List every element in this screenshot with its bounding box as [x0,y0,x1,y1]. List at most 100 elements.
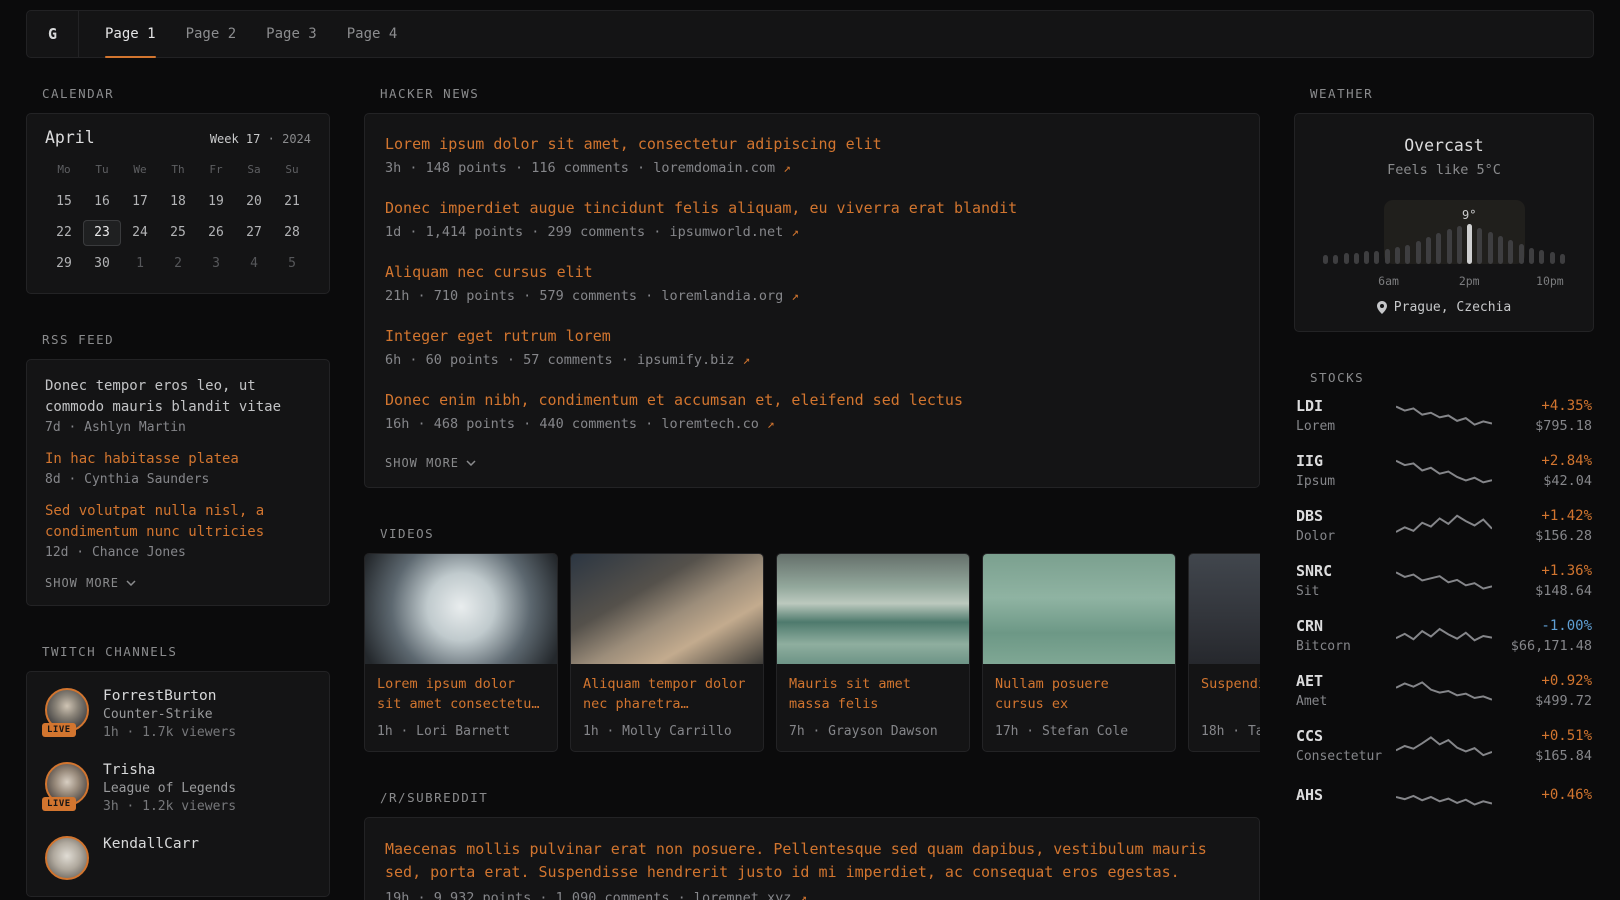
stock-value: $148.64 [1502,583,1592,599]
weather-bars [1323,224,1565,264]
stock-change: +1.36% [1502,563,1592,579]
video-card[interactable]: Lorem ipsum dolor sit amet consectetu… 1… [364,553,558,752]
hn-item-title[interactable]: Donec imperdiet augue tincidunt felis al… [385,198,1017,219]
calendar-widget: CALENDAR April Week 17 · 2024 MoTuWeThFr… [26,86,330,294]
rss-show-more-button[interactable]: SHOW MORE [45,576,136,590]
external-link-icon[interactable]: ↗ [791,224,799,239]
stock-change: +0.92% [1502,673,1592,689]
rss-item[interactable]: Donec tempor eros leo, ut commodo mauris… [45,376,311,435]
calendar-header: April Week 17 · 2024 [45,128,311,147]
stock-sparkline [1386,566,1502,596]
hn-item-title[interactable]: Aliquam nec cursus elit [385,262,593,283]
video-title[interactable]: Nullam posuere cursus ex [995,675,1163,714]
video-title[interactable]: Lorem ipsum dolor sit amet consectetu… [377,675,545,714]
widget-title-stocks: STOCKS [1310,370,1594,385]
stock-row[interactable]: CRN Bitcorn -1.00% $66,171.48 [1296,617,1592,654]
twitch-channel-row[interactable]: KendallCarr [45,836,311,880]
stock-id: CRN Bitcorn [1296,617,1386,654]
tab-page-2[interactable]: Page 2 [186,11,237,57]
video-card[interactable]: Mauris sit amet massa felis 7h · Grayson… [776,553,970,752]
stock-value: $165.84 [1502,748,1592,764]
stock-row[interactable]: SNRC Sit +1.36% $148.64 [1296,562,1592,599]
hn-item-title[interactable]: Integer eget rutrum lorem [385,326,611,347]
rss-item[interactable]: In hac habitasse platea 8d · Cynthia Sau… [45,449,311,487]
video-card[interactable]: Suspendisse diam 18h · Tara [1188,553,1260,752]
external-link-icon[interactable]: ↗ [783,160,791,175]
stock-row[interactable]: CCS Consectetur +0.51% $165.84 [1296,727,1592,764]
video-title[interactable]: Aliquam tempor dolor nec pharetra… [583,675,751,714]
hn-item-domain[interactable]: ipsumworld.net [669,224,783,240]
hn-item-domain[interactable]: ipsumify.biz [637,352,735,368]
hn-item: Donec imperdiet augue tincidunt felis al… [385,198,1239,240]
video-title[interactable]: Mauris sit amet massa felis [789,675,957,714]
stock-sparkline [1386,731,1502,761]
twitch-channel-name[interactable]: Trisha [103,762,236,778]
hn-item: Aliquam nec cursus elit 21h · 710 points… [385,262,1239,304]
hn-item-meta: 6h · 60 points · 57 comments · ipsumify.… [385,352,1239,368]
external-link-icon[interactable]: ↗ [791,288,799,303]
rss-item-title[interactable]: Sed volutpat nulla nisl, a condimentum n… [45,501,311,543]
stock-row[interactable]: IIG Ipsum +2.84% $42.04 [1296,452,1592,489]
subreddit-widget: /R/SUBREDDIT Maecenas mollis pulvinar er… [364,790,1260,900]
subreddit-post-domain[interactable]: loremnet.xyz [694,890,792,900]
hn-item-title[interactable]: Lorem ipsum dolor sit amet, consectetur … [385,134,882,155]
video-card[interactable]: Aliquam tempor dolor nec pharetra… 1h · … [570,553,764,752]
hacker-news-widget: HACKER NEWS Lorem ipsum dolor sit amet, … [364,86,1260,488]
hn-item-title[interactable]: Donec enim nibh, condimentum et accumsan… [385,390,963,411]
calendar-day: 16 [83,189,121,215]
stock-sparkline [1386,401,1502,431]
live-badge: LIVE [42,797,76,811]
tab-page-3[interactable]: Page 3 [266,11,317,57]
stock-row[interactable]: LDI Lorem +4.35% $795.18 [1296,397,1592,434]
video-card[interactable]: Nullam posuere cursus ex 17h · Stefan Co… [982,553,1176,752]
external-link-icon[interactable]: ↗ [800,890,808,900]
stock-name: Ipsum [1296,474,1386,489]
video-title[interactable]: Suspendisse diam [1201,675,1260,695]
twitch-channel-name[interactable]: ForrestBurton [103,688,236,704]
stock-change: +0.51% [1502,728,1592,744]
weather-chart: 9° 6am2pm10pm [1323,200,1565,288]
video-meta: 17h · Stefan Cole [995,714,1163,739]
widget-title-weather: WEATHER [1310,86,1594,101]
hn-item-domain[interactable]: loremtech.co [661,416,759,432]
hn-show-more-button[interactable]: SHOW MORE [385,456,476,470]
video-thumbnail [1189,554,1260,664]
calendar-weekday: Th [159,159,197,184]
calendar-day: 26 [197,220,235,246]
calendar-week-separator: · [268,132,275,146]
tab-page-4[interactable]: Page 4 [347,11,398,57]
calendar-year: 2024 [282,132,311,146]
rss-item-title[interactable]: Donec tempor eros leo, ut commodo mauris… [45,376,311,418]
weather-hour-bar [1395,247,1400,264]
stock-value: $795.18 [1502,418,1592,434]
rss-item-title[interactable]: In hac habitasse platea [45,449,311,470]
calendar-day: 21 [273,189,311,215]
calendar-weekday: Fr [197,159,235,184]
stock-row[interactable]: DBS Dolor +1.42% $156.28 [1296,507,1592,544]
hn-item-stats: 3h · 148 points · 116 comments · [385,160,653,176]
stock-row[interactable]: AHS +0.46% [1296,782,1592,812]
subreddit-post-title[interactable]: Maecenas mollis pulvinar erat non posuer… [385,838,1239,885]
stock-row[interactable]: AET Amet +0.92% $499.72 [1296,672,1592,709]
stock-name: Amet [1296,694,1386,709]
external-link-icon[interactable]: ↗ [743,352,751,367]
weather-card: Overcast Feels like 5°C 9° 6am2pm10pm Pr… [1294,113,1594,332]
twitch-channel-name[interactable]: KendallCarr [103,836,199,852]
app-logo[interactable]: G [27,11,79,57]
weather-hour-bar [1539,250,1544,264]
tab-page-1[interactable]: Page 1 [105,11,156,57]
twitch-widget: TWITCH CHANNELS LIVE ForrestBurton Count… [26,644,330,897]
twitch-channel-game: League of Legends [103,781,236,796]
videos-row: Lorem ipsum dolor sit amet consectetu… 1… [364,553,1260,752]
videos-widget: VIDEOS Lorem ipsum dolor sit amet consec… [364,526,1260,752]
twitch-card: LIVE ForrestBurton Counter-Strike 1h · 1… [26,671,330,897]
twitch-channel-row[interactable]: LIVE Trisha League of Legends 3h · 1.2k … [45,762,311,814]
stock-change: -1.00% [1502,618,1592,634]
rss-item[interactable]: Sed volutpat nulla nisl, a condimentum n… [45,501,311,560]
stock-sparkline [1386,456,1502,486]
hn-item-domain[interactable]: loremlandia.org [661,288,783,304]
external-link-icon[interactable]: ↗ [767,416,775,431]
stocks-widget: STOCKS LDI Lorem +4.35% $795.18 IIG [1294,370,1594,812]
twitch-channel-row[interactable]: LIVE ForrestBurton Counter-Strike 1h · 1… [45,688,311,740]
hn-item-domain[interactable]: loremdomain.com [653,160,775,176]
